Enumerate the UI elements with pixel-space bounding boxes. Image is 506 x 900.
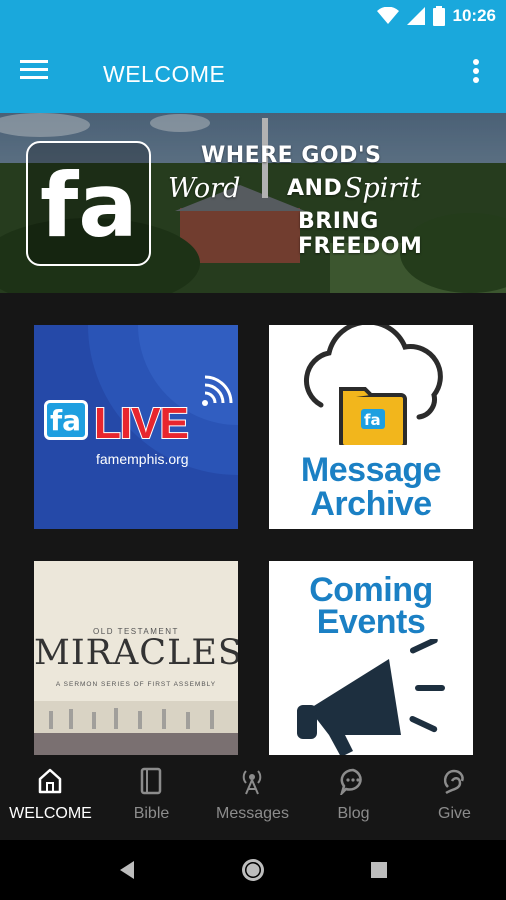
home-button[interactable] — [238, 855, 268, 885]
archive-title-line2: Archive — [310, 485, 432, 523]
broadcast-icon — [242, 770, 262, 795]
message-archive-tile[interactable]: fa Message Archive — [269, 325, 473, 529]
live-tile[interactable]: fa LIVE famemphis.org — [34, 325, 238, 529]
book-icon — [140, 767, 162, 795]
status-time: 10:26 — [452, 6, 496, 25]
recents-button[interactable] — [364, 855, 394, 885]
hamburger-icon — [20, 60, 48, 79]
nav-label-give: Give — [438, 805, 471, 822]
signal-icon — [406, 7, 425, 25]
nav-label-messages: Messages — [216, 805, 289, 822]
battery-icon — [432, 6, 445, 26]
overflow-menu-button[interactable] — [460, 59, 490, 91]
live-url: famemphis.org — [96, 451, 189, 467]
svg-text:fa: fa — [364, 411, 381, 429]
tagline-and: AND — [287, 176, 343, 201]
nav-label-welcome: WELCOME — [9, 805, 92, 822]
svg-text:fa: fa — [50, 404, 81, 437]
miracles-series: A SERMON SERIES OF FIRST ASSEMBLY — [55, 681, 217, 688]
broadcast-waves-icon — [202, 375, 233, 406]
page-title: WELCOME — [103, 61, 226, 87]
megaphone-icon — [297, 639, 445, 755]
home-circle-icon — [242, 859, 264, 881]
live-logo: fa — [44, 400, 88, 440]
menu-button[interactable] — [20, 59, 60, 91]
back-button[interactable] — [112, 855, 142, 885]
nav-welcome[interactable]: WELCOME — [0, 755, 101, 840]
miracles-tile[interactable]: OLD TESTAMENT MIRACLES A SERMON SERIES O… — [34, 561, 238, 755]
nav-label-blog: Blog — [337, 805, 370, 822]
back-triangle-icon — [120, 861, 134, 879]
tagline-spirit: Spirit — [344, 173, 421, 204]
status-bar: 10:26 — [0, 0, 506, 37]
nav-blog[interactable]: Blog — [303, 755, 404, 840]
banner-tagline: WHERE GOD'S Word AND Spirit BRING FREEDO… — [0, 113, 506, 293]
church-banner: fa WHERE GOD'S Word AND Spirit BRING FRE… — [0, 113, 506, 293]
nav-bible[interactable]: Bible — [101, 755, 202, 840]
fa-logo-icon: fa — [50, 404, 81, 437]
system-navigation-bar — [0, 840, 506, 900]
tagline-line1: WHERE GOD'S — [201, 143, 382, 168]
events-title-line2: Events — [316, 603, 426, 641]
give-icon — [443, 769, 464, 795]
recents-square-icon — [371, 862, 387, 878]
app-bar: WELCOME — [0, 37, 506, 113]
tagline-line3: BRING FREEDOM — [298, 209, 423, 259]
nav-messages[interactable]: Messages — [202, 755, 303, 840]
coming-events-tile[interactable]: Coming Events — [269, 561, 473, 755]
bottom-navigation: WELCOME Bible Messages Blog Give — [0, 755, 506, 840]
nav-label-bible: Bible — [133, 805, 170, 822]
more-vert-icon — [473, 59, 479, 83]
miracles-title: MIRACLES — [34, 633, 238, 673]
home-icon — [38, 768, 62, 794]
nav-give[interactable]: Give — [404, 755, 505, 840]
live-title: LIVE — [93, 398, 190, 449]
wifi-icon — [376, 7, 399, 24]
tagline-word: Word — [168, 173, 241, 204]
status-icons: 10:26 — [376, 6, 496, 26]
cloud-folder-icon: fa — [303, 325, 443, 445]
chat-bubble-icon — [340, 768, 362, 795]
